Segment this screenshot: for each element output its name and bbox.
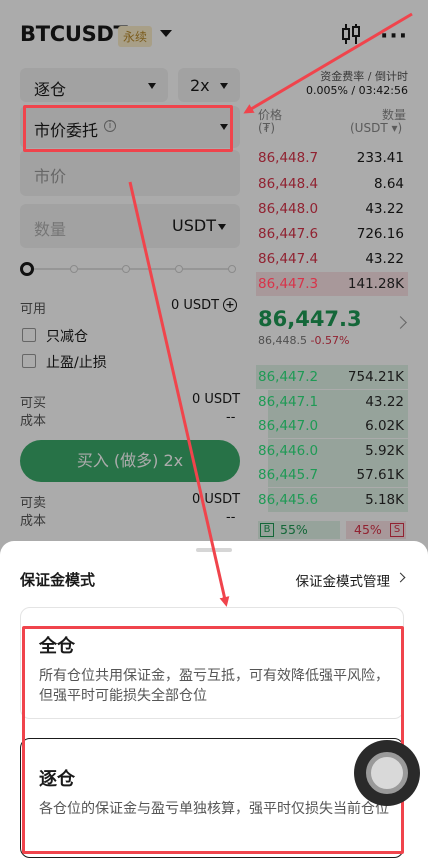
bid-price: 86,445.6 xyxy=(258,492,319,508)
bid-price: 86,447.0 xyxy=(258,418,319,434)
ask-price: 86,447.3 xyxy=(258,276,319,292)
bid-price: 86,447.2 xyxy=(258,369,319,385)
bid-qty: 43.22 xyxy=(365,394,404,410)
bid-price: 86,446.0 xyxy=(258,443,319,459)
annotation-arrows xyxy=(128,12,413,607)
bid-qty: 754.21K xyxy=(347,369,404,385)
assistive-touch-icon xyxy=(366,752,408,794)
bid-qty: 57.61K xyxy=(356,467,404,483)
bid-qty: 5.92K xyxy=(365,443,404,459)
floating-assistive-button[interactable] xyxy=(354,740,420,806)
bid-qty: 5.18K xyxy=(365,492,404,508)
bid-price: 86,445.7 xyxy=(258,467,319,483)
ask-qty: 141.28K xyxy=(347,276,404,292)
bid-qty: 6.02K xyxy=(365,418,404,434)
bid-price: 86,447.1 xyxy=(258,394,319,410)
